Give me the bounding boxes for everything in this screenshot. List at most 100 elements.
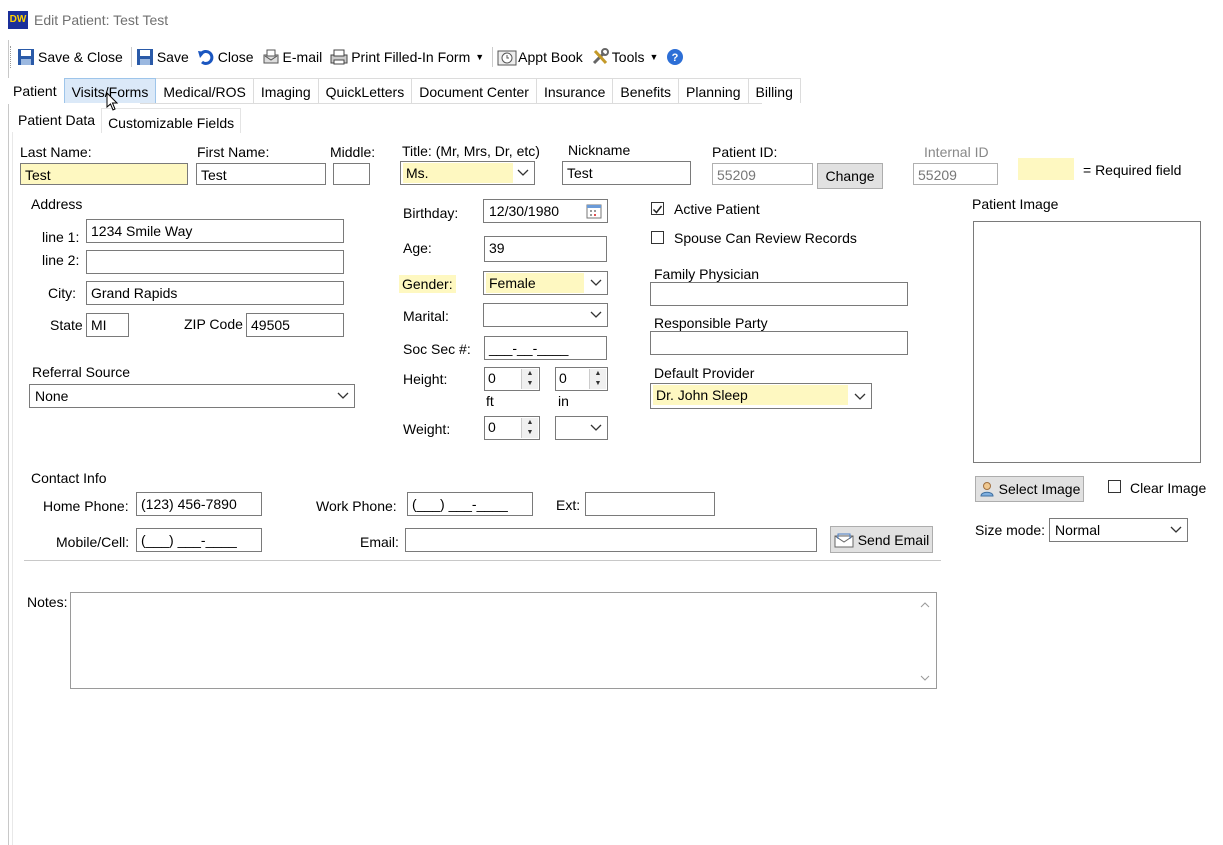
tab-patient-data[interactable]: Patient Data <box>12 108 101 132</box>
nickname-label: Nickname <box>568 142 631 158</box>
address-line1-field[interactable]: 1234 Smile Way <box>86 219 344 243</box>
tab-medical-ros[interactable]: Medical/ROS <box>156 78 254 103</box>
tab-patient[interactable]: Patient <box>6 78 64 104</box>
active-patient-checkbox[interactable] <box>651 202 664 215</box>
tab-document-center[interactable]: Document Center <box>412 78 537 103</box>
birthday-picker[interactable]: 12/30/1980 <box>483 199 608 223</box>
tab-benefits[interactable]: Benefits <box>613 78 680 103</box>
ft-unit-label: ft <box>486 393 494 409</box>
middle-field[interactable] <box>333 163 370 185</box>
referral-source-label: Referral Source <box>32 364 131 380</box>
zip-field[interactable]: 49505 <box>246 313 344 337</box>
address-line2-field[interactable] <box>86 250 344 274</box>
spouse-review-label: Spouse Can Review Records <box>674 230 857 246</box>
tab-planning[interactable]: Planning <box>679 78 749 103</box>
home-phone-field[interactable]: (123) 456-7890 <box>136 492 262 516</box>
clear-image-label: Clear Image <box>1130 480 1207 496</box>
ssn-field[interactable]: ___-__-____ <box>484 336 607 360</box>
clear-image-checkbox[interactable] <box>1108 480 1121 493</box>
notes-label: Notes: <box>27 594 68 610</box>
required-legend-swatch <box>1018 158 1074 180</box>
tab-divider <box>140 103 762 104</box>
tools-button[interactable]: Tools ▼ <box>591 45 658 69</box>
toolbar-separator <box>492 47 494 67</box>
height-label: Height: <box>403 371 448 387</box>
line2-label: line 2: <box>42 252 80 268</box>
tab-billing[interactable]: Billing <box>748 78 801 103</box>
line1-label: line 1: <box>42 229 80 245</box>
required-legend-label: = Required field <box>1083 162 1182 178</box>
state-field[interactable]: MI <box>86 313 129 337</box>
save-button[interactable]: Save <box>136 45 189 69</box>
spin-up-icon[interactable]: ▲ <box>522 418 538 428</box>
ext-field[interactable] <box>585 492 715 516</box>
spouse-review-checkbox[interactable] <box>651 231 664 244</box>
gender-select[interactable]: Female <box>483 271 608 295</box>
help-button[interactable]: ? <box>666 45 684 69</box>
save-close-button[interactable]: Save & Close <box>17 45 123 69</box>
email-field[interactable] <box>405 528 817 552</box>
chevron-down-icon <box>1170 526 1182 533</box>
weight-value: 0 <box>488 419 496 435</box>
select-image-button[interactable]: Select Image <box>975 476 1084 502</box>
work-phone-label: Work Phone: <box>316 498 397 514</box>
close-button[interactable]: Close <box>197 45 254 69</box>
in-unit-label: in <box>558 393 569 409</box>
referral-source-select[interactable]: None <box>29 384 355 408</box>
chevron-down-icon <box>590 279 602 286</box>
tab-customizable-fields[interactable]: Customizable Fields <box>101 108 242 133</box>
tab-imaging[interactable]: Imaging <box>253 78 319 103</box>
calendar-icon[interactable] <box>586 203 602 219</box>
change-id-button[interactable]: Change <box>817 163 883 189</box>
tab-quickletters[interactable]: QuickLetters <box>318 78 413 103</box>
marital-value <box>486 305 489 325</box>
work-phone-field[interactable]: (___) ___-____ <box>407 492 533 516</box>
envelope-icon <box>834 533 854 547</box>
appt-book-button[interactable]: Appt Book <box>497 45 583 69</box>
default-provider-select[interactable]: Dr. John Sleep <box>650 383 872 409</box>
weight-stepper[interactable]: 0 ▲ ▼ <box>484 416 540 440</box>
tools-icon <box>591 48 609 66</box>
mobile-field[interactable]: (___) ___-____ <box>136 528 262 552</box>
age-field[interactable]: 39 <box>484 236 607 262</box>
spin-down-icon[interactable]: ▼ <box>522 379 538 389</box>
title-bar <box>0 0 1223 40</box>
height-in-value: 0 <box>559 370 567 386</box>
family-physician-label: Family Physician <box>654 266 760 282</box>
contact-info-heading: Contact Info <box>31 470 107 486</box>
floppy-disk-icon <box>136 48 154 66</box>
spin-up-icon[interactable]: ▲ <box>590 369 606 379</box>
city-field[interactable]: Grand Rapids <box>86 281 344 305</box>
size-mode-select[interactable]: Normal <box>1049 518 1188 542</box>
last-name-field[interactable]: Test <box>20 163 188 185</box>
weight-unit-select[interactable] <box>555 416 608 440</box>
height-ft-stepper[interactable]: 0 ▲ ▼ <box>484 367 540 391</box>
marital-select[interactable] <box>483 303 608 327</box>
height-in-stepper[interactable]: 0 ▲ ▼ <box>555 367 608 391</box>
title-select[interactable]: Ms. <box>400 161 535 185</box>
weight-label: Weight: <box>403 421 451 437</box>
patient-image-frame[interactable] <box>973 221 1201 463</box>
scroll-down-icon[interactable] <box>920 674 930 682</box>
responsible-party-field[interactable] <box>650 331 908 355</box>
spin-down-icon[interactable]: ▼ <box>590 379 606 389</box>
notes-textarea[interactable] <box>70 592 937 689</box>
gender-value: Female <box>486 273 584 293</box>
scroll-up-icon[interactable] <box>920 601 930 609</box>
first-name-field[interactable]: Test <box>196 163 326 185</box>
toolbar-grip[interactable] <box>10 46 14 68</box>
marital-label: Marital: <box>403 308 449 324</box>
tab-insurance[interactable]: Insurance <box>536 78 614 103</box>
email-button[interactable]: E-mail <box>262 45 322 69</box>
weight-unit-value <box>558 418 561 438</box>
home-phone-label: Home Phone: <box>43 498 129 514</box>
spin-up-icon[interactable]: ▲ <box>522 369 538 379</box>
referral-source-value: None <box>35 388 69 404</box>
send-email-button[interactable]: Send Email <box>830 526 933 553</box>
chevron-down-icon <box>854 393 866 400</box>
family-physician-field[interactable] <box>650 282 908 306</box>
nickname-field[interactable]: Test <box>562 161 691 185</box>
person-icon <box>980 482 994 497</box>
spin-down-icon[interactable]: ▼ <box>522 428 538 438</box>
print-form-button[interactable]: Print Filled-In Form ▼ <box>330 45 484 69</box>
